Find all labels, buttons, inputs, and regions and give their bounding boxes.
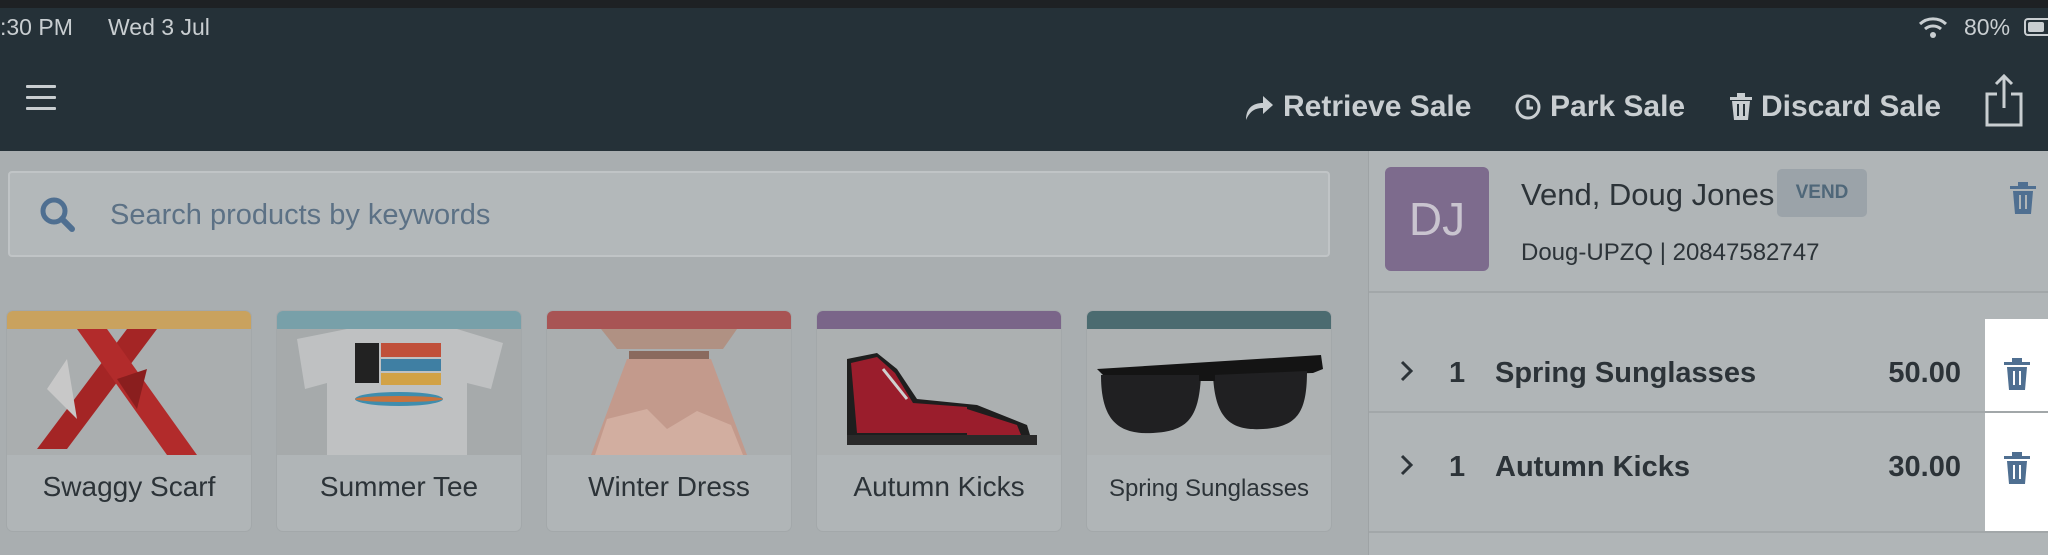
divider (1369, 291, 2048, 293)
expand-chevron-icon[interactable] (1399, 453, 1415, 482)
product-search-input[interactable] (108, 191, 1292, 239)
product-color-bar (547, 311, 791, 329)
battery-icon (2024, 18, 2048, 36)
battery-percent: 80% (1964, 14, 2011, 40)
status-date: Wed 3 Jul (108, 14, 210, 40)
line-price: 50.00 (1888, 357, 1961, 389)
product-panel: Swaggy Scarf Summer Tee (0, 151, 1368, 555)
sale-line-item[interactable]: 1 Autumn Kicks 30.00 (1369, 413, 2048, 531)
search-icon (38, 195, 78, 240)
status-bar: :30 PM Wed 3 Jul 80% (0, 8, 2048, 50)
line-product-name: Spring Sunglasses (1495, 357, 1757, 389)
trash-icon (2010, 182, 2036, 214)
hamburger-menu-button[interactable] (26, 85, 56, 111)
product-color-bar (817, 311, 1061, 329)
product-color-bar (277, 311, 521, 329)
line-quantity: 1 (1449, 357, 1466, 389)
expand-chevron-icon[interactable] (1399, 359, 1415, 388)
product-card-summer-tee[interactable]: Summer Tee (277, 311, 521, 531)
divider (1369, 531, 2048, 533)
trash-icon (2004, 452, 2030, 484)
share-arrow-icon (1246, 96, 1273, 120)
sale-panel: DJ Vend, Doug Jones VEND Doug-UPZQ | 208… (1368, 151, 2048, 555)
wifi-icon (1918, 15, 1948, 45)
product-card-autumn-kicks[interactable]: Autumn Kicks (817, 311, 1061, 531)
retrieve-sale-label: Retrieve Sale (1283, 90, 1472, 123)
delete-line-button[interactable] (1985, 413, 2048, 531)
customer-name[interactable]: Vend, Doug Jones (1521, 177, 1774, 213)
park-sale-button[interactable]: Park Sale (1514, 90, 1685, 124)
product-image-scarf (7, 329, 251, 455)
trash-icon (2004, 358, 2030, 390)
product-color-bar (7, 311, 251, 329)
customer-code: Doug-UPZQ | 20847582747 (1521, 239, 1820, 266)
customer-group-badge: VEND (1777, 169, 1867, 217)
product-name: Autumn Kicks (853, 471, 1025, 502)
top-navbar: Retrieve Sale Park Sale Discard Sale (0, 50, 2048, 151)
product-search-box (8, 171, 1330, 257)
product-card-swaggy-scarf[interactable]: Swaggy Scarf (7, 311, 251, 531)
discard-sale-label: Discard Sale (1761, 90, 1942, 123)
product-image-sunglasses (1087, 329, 1331, 455)
device-top-strip (0, 0, 2048, 8)
discard-sale-button[interactable]: Discard Sale (1729, 90, 1941, 124)
line-price: 30.00 (1888, 451, 1961, 483)
product-color-bar (1087, 311, 1331, 329)
product-name: Spring Sunglasses (1108, 475, 1310, 502)
share-icon (1985, 73, 2023, 127)
product-name: Winter Dress (588, 471, 750, 502)
product-card-spring-sunglasses[interactable]: Spring Sunglasses (1087, 311, 1331, 531)
customer-avatar[interactable]: DJ (1385, 167, 1489, 271)
park-sale-label: Park Sale (1550, 90, 1686, 123)
product-image-sneaker (817, 329, 1061, 455)
clock-icon (1515, 94, 1541, 120)
share-button[interactable] (1984, 72, 2024, 133)
product-card-winter-dress[interactable]: Winter Dress (547, 311, 791, 531)
product-name: Swaggy Scarf (42, 471, 216, 502)
product-image-tee (277, 329, 521, 455)
trash-icon (1730, 93, 1752, 120)
line-quantity: 1 (1449, 451, 1466, 483)
remove-customer-button[interactable] (2009, 181, 2037, 220)
product-image-dress (547, 329, 791, 455)
line-product-name: Autumn Kicks (1495, 451, 1690, 483)
product-name: Summer Tee (319, 471, 479, 502)
retrieve-sale-button[interactable]: Retrieve Sale (1243, 90, 1471, 124)
status-time: :30 PM (0, 14, 73, 40)
